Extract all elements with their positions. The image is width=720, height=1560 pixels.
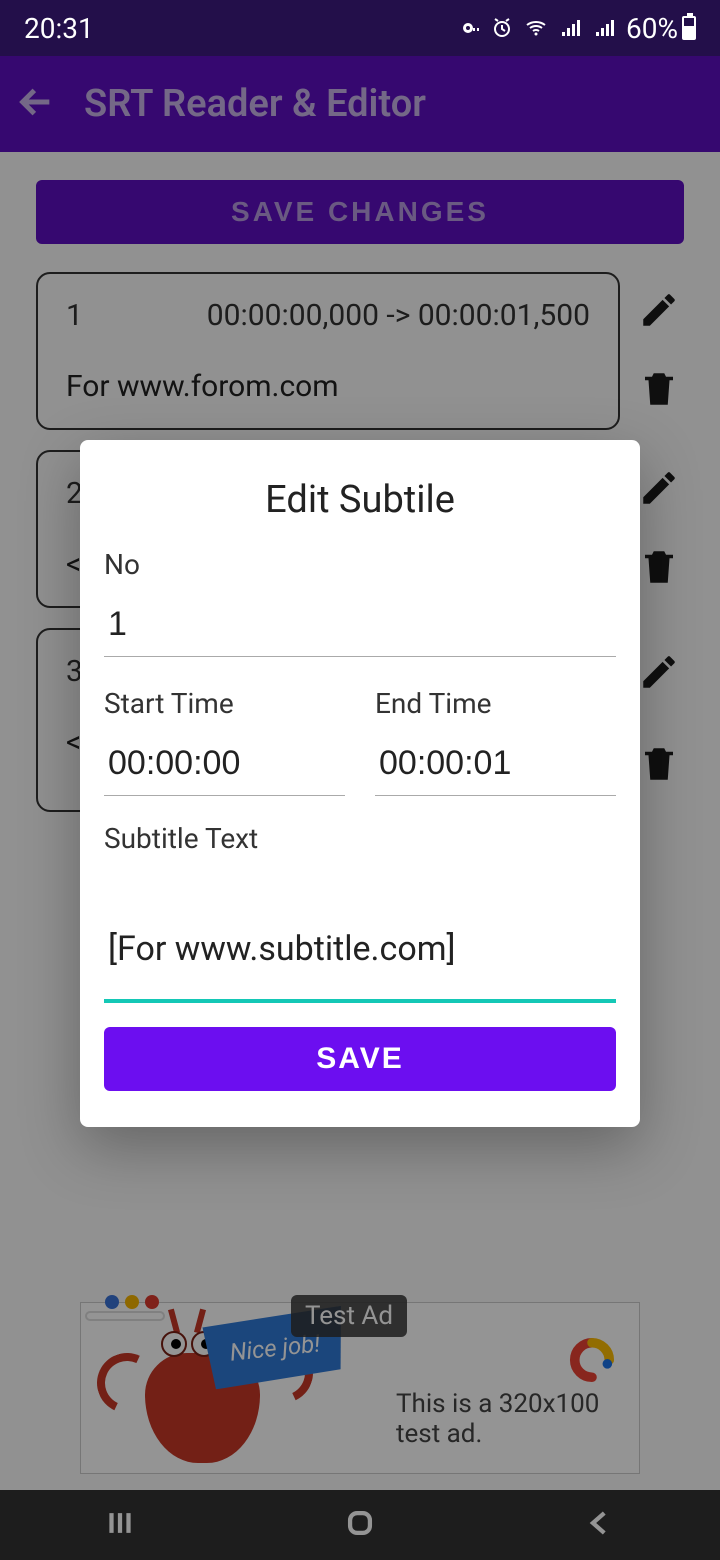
subtitle-text-input[interactable] <box>104 873 616 1003</box>
end-time-input[interactable] <box>375 738 616 796</box>
no-label: No <box>104 548 616 581</box>
signal-icon <box>558 16 582 40</box>
start-time-input[interactable] <box>104 738 345 796</box>
dialog-save-button[interactable]: SAVE <box>104 1027 616 1091</box>
signal-icon-2 <box>592 16 616 40</box>
status-time: 20:31 <box>24 12 94 45</box>
status-bar: 20:31 60% <box>0 0 720 56</box>
start-time-label: Start Time <box>104 687 345 720</box>
status-icons: 60% <box>456 12 696 45</box>
wifi-icon <box>524 16 548 40</box>
subtitle-text-label: Subtitle Text <box>104 822 616 855</box>
battery-percent: 60% <box>626 12 678 45</box>
edit-subtitle-dialog: Edit Subtile No Start Time End Time Subt… <box>80 440 640 1127</box>
battery-icon <box>682 16 696 40</box>
no-input[interactable] <box>104 599 616 657</box>
vpn-key-icon <box>456 16 480 40</box>
dialog-title: Edit Subtile <box>104 478 616 522</box>
alarm-icon <box>490 16 514 40</box>
end-time-label: End Time <box>375 687 616 720</box>
